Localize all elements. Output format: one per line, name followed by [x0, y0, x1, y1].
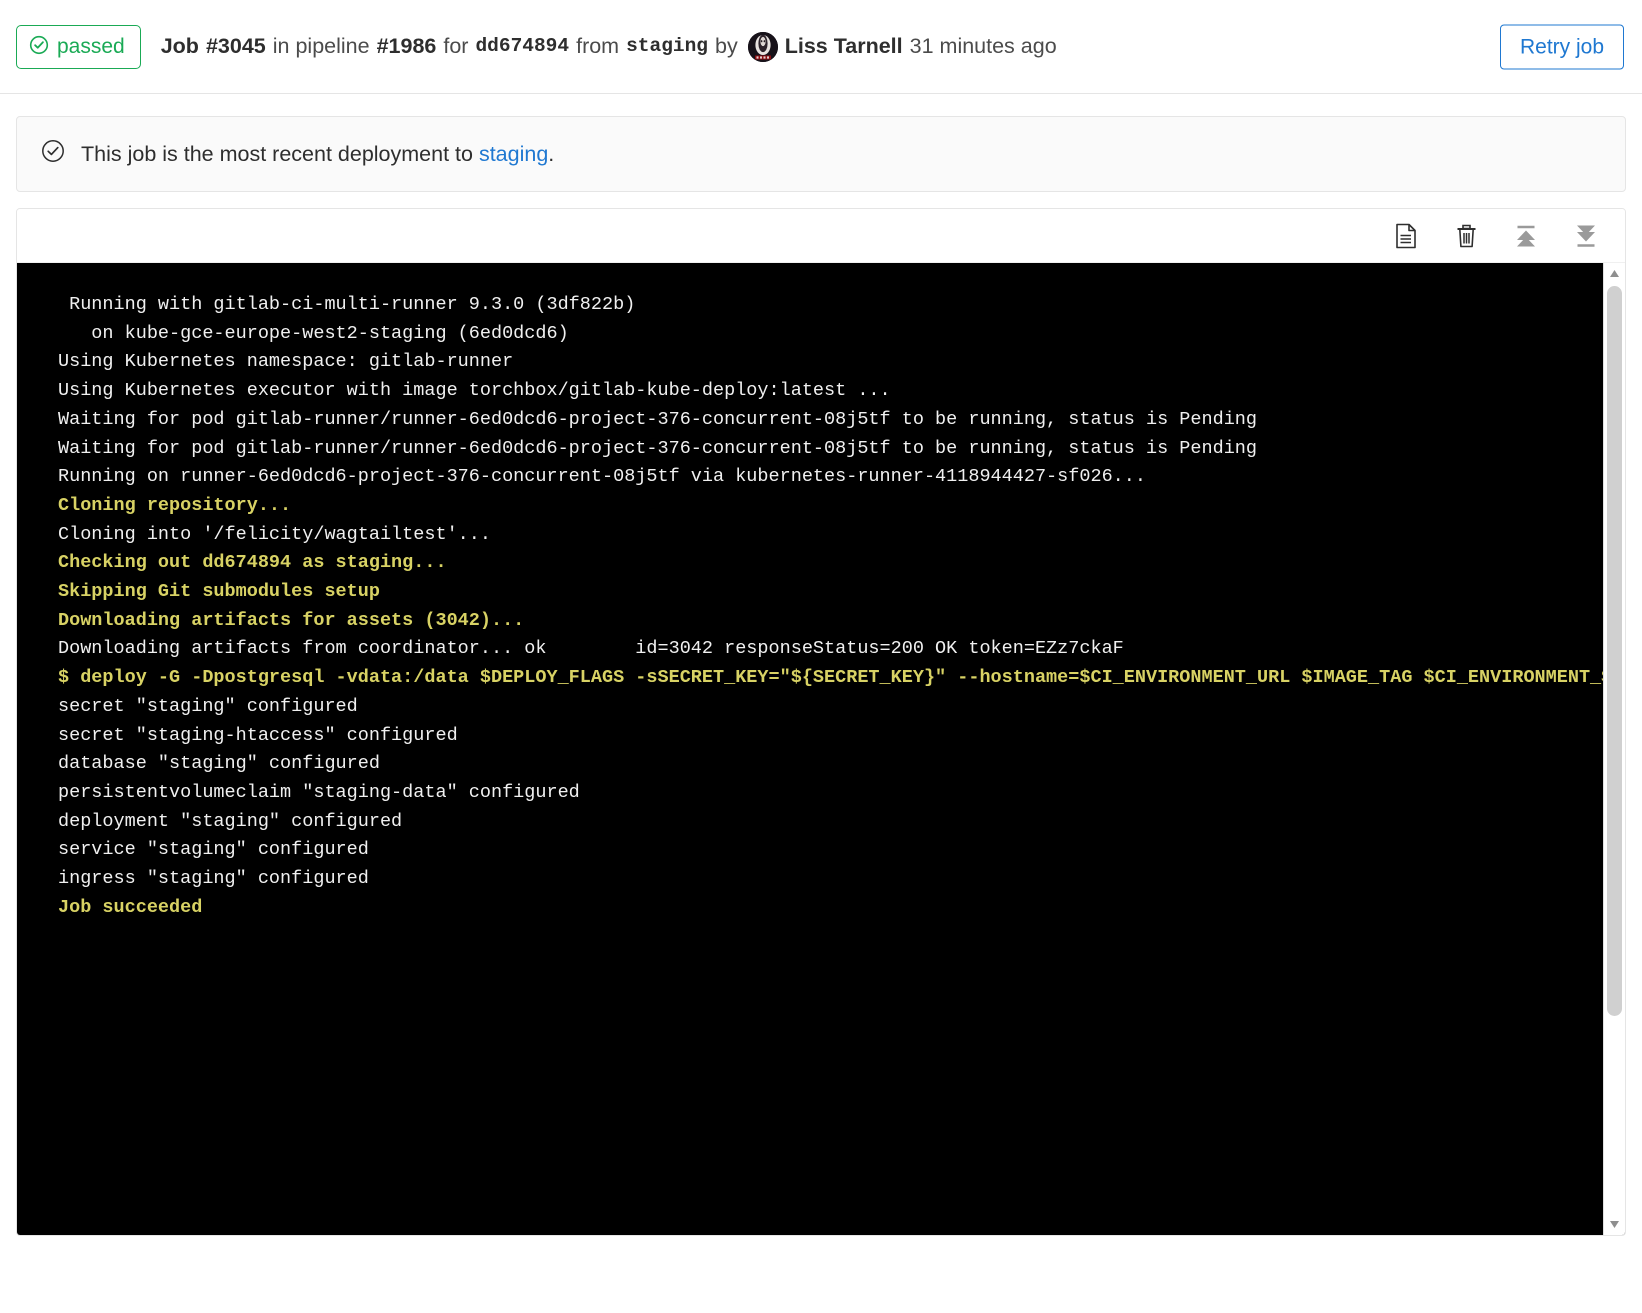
log-line: Using Kubernetes executor with image tor… [58, 380, 891, 402]
scrollbar-down-arrow-icon[interactable] [1604, 1214, 1625, 1235]
commit-sha[interactable]: dd674894 [475, 35, 569, 58]
job-log-wrapper: Running with gitlab-ci-multi-runner 9.3.… [0, 192, 1642, 1236]
job-title-line: Job #3045 in pipeline #1986 for dd674894… [160, 31, 1064, 62]
raw-log-icon[interactable] [1393, 222, 1419, 250]
from-text: from [576, 33, 620, 58]
trash-icon[interactable] [1453, 222, 1479, 250]
scrollbar-thumb[interactable] [1607, 286, 1622, 1016]
log-line: service "staging" configured [58, 839, 369, 861]
in-pipeline-text: in pipeline [272, 33, 370, 58]
log-line: on kube-gce-europe-west2-staging (6ed0dc… [58, 322, 569, 344]
job-log-toolbar [17, 209, 1625, 263]
log-line: Skipping Git submodules setup [58, 581, 380, 603]
by-text: by [715, 33, 738, 58]
deployment-alert: This job is the most recent deployment t… [16, 116, 1626, 192]
environment-link[interactable]: staging [479, 142, 548, 166]
log-line: Downloading artifacts from coordinator..… [58, 638, 1124, 660]
pipeline-id[interactable]: #1986 [377, 34, 437, 60]
deployment-alert-wrapper: This job is the most recent deployment t… [0, 94, 1642, 192]
job-id[interactable]: #3045 [206, 34, 266, 60]
scrollbar-up-arrow-icon[interactable] [1604, 263, 1625, 284]
status-badge-label: passed [57, 35, 125, 58]
log-line: Cloning into '/felicity/wagtailtest'... [58, 523, 491, 545]
job-log-output: Running with gitlab-ci-multi-runner 9.3.… [17, 291, 1603, 922]
job-log-panel: Running with gitlab-ci-multi-runner 9.3.… [16, 208, 1626, 1236]
log-line: $ deploy -G -Dpostgresql -vdata:/data $D… [58, 667, 1603, 689]
log-line: Running on runner-6ed0dcd6-project-376-c… [58, 466, 1146, 488]
log-line: ingress "staging" configured [58, 868, 369, 890]
log-line: persistentvolumeclaim "staging-data" con… [58, 781, 580, 803]
branch-name[interactable]: staging [626, 35, 708, 58]
log-line: Waiting for pod gitlab-runner/runner-6ed… [58, 408, 1257, 430]
log-line: Checking out dd674894 as staging... [58, 552, 447, 574]
log-line: Waiting for pod gitlab-runner/runner-6ed… [58, 437, 1257, 459]
log-line: deployment "staging" configured [58, 810, 403, 832]
log-line: secret "staging" configured [58, 695, 358, 717]
alert-text-after: . [548, 141, 555, 166]
retry-job-button[interactable]: Retry job [1499, 24, 1624, 69]
alert-text-before: This job is the most recent deployment t… [81, 141, 473, 166]
avatar[interactable] [747, 31, 778, 62]
check-circle-icon [41, 139, 65, 169]
log-scrollbar[interactable] [1603, 263, 1625, 1235]
job-label: Job [160, 33, 199, 58]
log-line: database "staging" configured [58, 753, 380, 775]
scroll-to-top-icon[interactable] [1513, 222, 1539, 250]
job-log-body: Running with gitlab-ci-multi-runner 9.3.… [17, 263, 1625, 1235]
log-line: Cloning repository... [58, 494, 292, 516]
scroll-to-bottom-icon[interactable] [1573, 222, 1599, 250]
page-bottom-strip [0, 1236, 1642, 1245]
log-line: Using Kubernetes namespace: gitlab-runne… [58, 351, 514, 373]
deployment-alert-text: This job is the most recent deployment t… [81, 142, 554, 167]
log-line: Running with gitlab-ci-multi-runner 9.3.… [58, 294, 636, 315]
status-badge[interactable]: passed [16, 24, 141, 69]
log-line: Downloading artifacts for assets (3042).… [58, 609, 525, 631]
check-circle-icon [29, 35, 49, 59]
author-name[interactable]: Liss Tarnell [785, 34, 903, 60]
log-line: Job succeeded [58, 896, 203, 918]
log-line: secret "staging-htaccess" configured [58, 724, 458, 746]
job-header: passed Job #3045 in pipeline #1986 for d… [0, 0, 1642, 94]
job-log-scroll-area[interactable]: Running with gitlab-ci-multi-runner 9.3.… [17, 263, 1603, 1235]
for-text: for [443, 33, 469, 58]
job-timestamp: 31 minutes ago [909, 33, 1057, 58]
